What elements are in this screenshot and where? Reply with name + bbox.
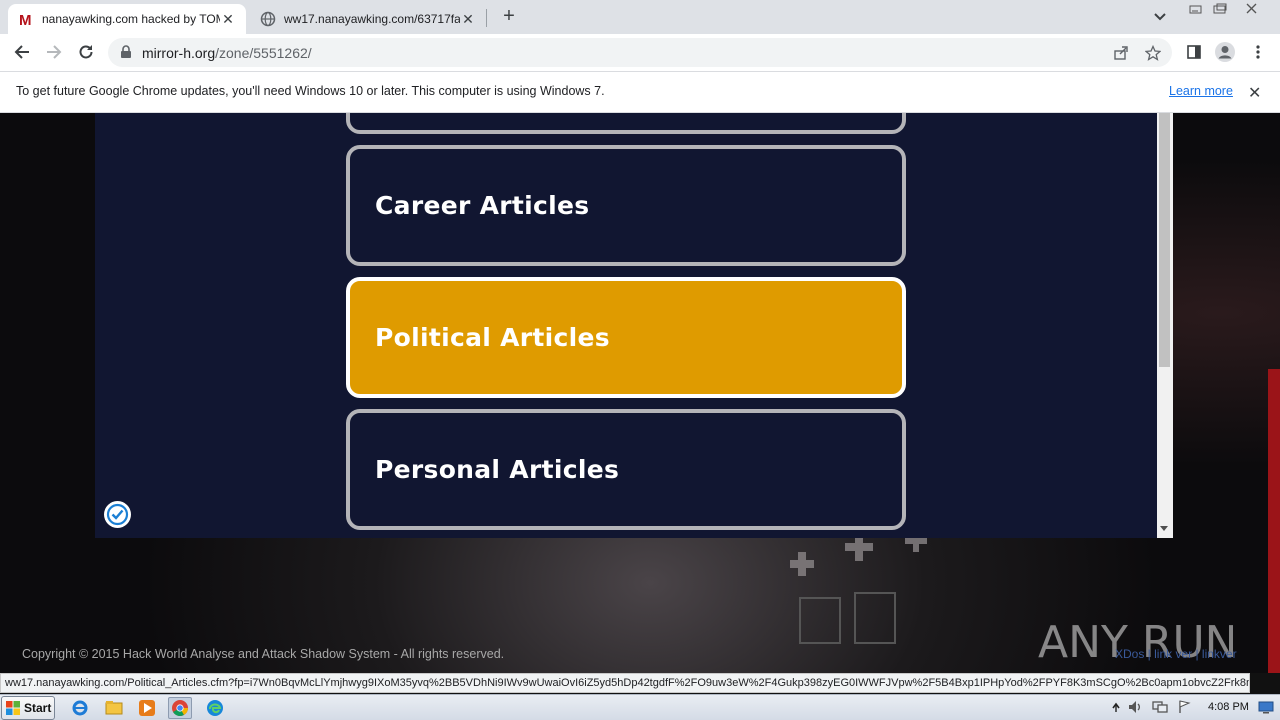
restore-icon[interactable] — [1208, 0, 1232, 18]
career-articles-button[interactable]: Career Articles — [346, 145, 906, 266]
address-bar[interactable]: mirror-h.org/zone/5551262/ — [108, 38, 1172, 67]
media-player-icon[interactable] — [135, 697, 159, 719]
infobar-close-icon[interactable]: ✕ — [1248, 83, 1261, 103]
scrollbar-thumb[interactable] — [1159, 113, 1170, 367]
volume-icon[interactable] — [1128, 699, 1144, 715]
browser-toolbar: mirror-h.org/zone/5551262/ — [0, 34, 1280, 71]
back-arrow-icon[interactable] — [10, 40, 34, 64]
start-button[interactable]: Start — [1, 696, 55, 720]
url-path: /zone/5551262/ — [215, 45, 312, 61]
learn-more-link[interactable]: Learn more — [1169, 84, 1233, 98]
tab-mirror-h[interactable]: M nanayawking.com hacked by TOMOD ✕ — [8, 4, 246, 34]
taskbar-clock: 4:08 PM — [1208, 701, 1249, 713]
share-icon[interactable] — [1112, 44, 1130, 62]
globe-icon — [260, 11, 276, 27]
reload-icon[interactable] — [74, 40, 98, 64]
tray-expand-icon[interactable] — [1108, 699, 1124, 715]
scroll-down-arrow-icon[interactable] — [1160, 526, 1168, 531]
network-icon[interactable] — [1152, 699, 1168, 715]
action-center-flag-icon[interactable] — [1176, 699, 1192, 715]
close-window-icon[interactable] — [1240, 0, 1264, 18]
lock-icon[interactable] — [120, 45, 132, 64]
tab-ww17[interactable]: ww17.nanayawking.com/63717fa25 ✕ — [250, 4, 486, 34]
close-tab-icon[interactable]: ✕ — [220, 11, 236, 28]
kebab-menu-icon[interactable] — [1246, 40, 1270, 64]
footer-links[interactable]: XDos | link ver | linkver — [1115, 647, 1237, 661]
copyright-text: Copyright © 2015 Hack World Analyse and … — [22, 647, 505, 661]
tab-strip: M nanayawking.com hacked by TOMOD ✕ ww17… — [0, 0, 1280, 34]
update-infobar: To get future Google Chrome updates, you… — [0, 71, 1280, 113]
side-panel-icon[interactable] — [1182, 40, 1206, 64]
infobar-message: To get future Google Chrome updates, you… — [16, 84, 605, 98]
chevron-down-icon[interactable] — [1150, 8, 1170, 26]
tab-title: ww17.nanayawking.com/63717fa25 — [284, 12, 460, 26]
windows-taskbar: Start 4:08 PM — [0, 694, 1280, 720]
url-text: mirror-h.org/zone/5551262/ — [142, 45, 312, 61]
red-side-accent — [1268, 369, 1280, 673]
link-status-bubble: ww17.nanayawking.com/Political_Articles.… — [0, 673, 1250, 693]
profile-avatar-icon[interactable] — [1213, 40, 1237, 64]
button-label: Career Articles — [375, 191, 590, 220]
button-label: Personal Articles — [375, 455, 620, 484]
start-label: Start — [24, 701, 52, 715]
forward-arrow-icon[interactable] — [42, 40, 66, 64]
page-viewport: Career Articles Political Articles Perso… — [0, 113, 1280, 673]
tab-separator — [486, 9, 487, 27]
political-articles-button[interactable]: Political Articles — [346, 277, 906, 398]
check-badge-icon[interactable] — [104, 501, 131, 528]
edge-icon[interactable] — [203, 697, 227, 719]
anyrun-watermark: ANY RUN — [1038, 617, 1233, 668]
article-button-partial[interactable] — [346, 113, 906, 134]
bookmark-star-icon[interactable] — [1144, 44, 1162, 62]
close-tab-icon[interactable]: ✕ — [460, 11, 476, 28]
windows-logo-icon — [5, 700, 21, 716]
decorative-crosses — [790, 538, 927, 644]
minimize-icon[interactable] — [1184, 0, 1208, 18]
personal-articles-button[interactable]: Personal Articles — [346, 409, 906, 530]
new-tab-button[interactable]: + — [498, 6, 520, 28]
file-explorer-icon[interactable] — [102, 697, 126, 719]
internet-explorer-icon[interactable] — [68, 697, 92, 719]
svg-text:M: M — [19, 12, 32, 27]
tab-title: nanayawking.com hacked by TOMOD — [42, 12, 220, 26]
chrome-icon[interactable] — [168, 697, 192, 719]
show-desktop-icon[interactable] — [1258, 699, 1274, 715]
mirror-h-logo-icon: M — [18, 11, 34, 27]
url-host: mirror-h.org — [142, 45, 216, 61]
button-label: Political Articles — [375, 323, 610, 352]
